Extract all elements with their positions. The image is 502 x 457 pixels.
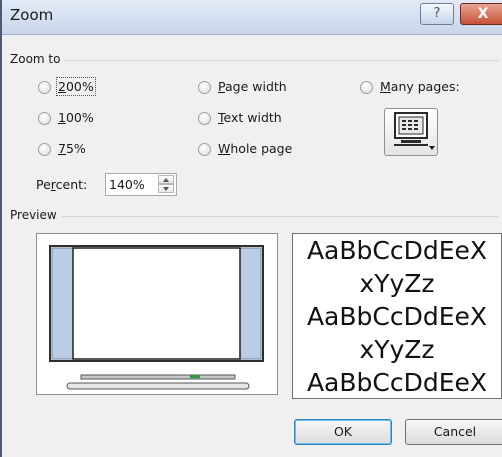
radio-text-width[interactable]	[198, 112, 211, 125]
sample-line: xYyZz	[359, 269, 435, 298]
ok-button[interactable]: OK	[294, 419, 392, 445]
label-whole-page[interactable]: Whole page	[218, 141, 292, 156]
radio-200[interactable]	[38, 81, 51, 94]
sample-line: AaBbCcDdEeX	[306, 302, 488, 331]
spin-up-icon[interactable]	[158, 175, 174, 184]
close-x-icon: X	[477, 6, 489, 22]
label-75[interactable]: 75%	[58, 141, 86, 156]
label-page-width[interactable]: Page width	[218, 79, 287, 94]
label-100[interactable]: 100%	[58, 110, 94, 125]
sample-line: AaBbCcDdEeX	[306, 236, 488, 265]
help-question-icon: ?	[433, 6, 441, 21]
label-text-width[interactable]: Text width	[218, 110, 282, 125]
preview-separator	[62, 216, 498, 217]
preview-label: Preview	[10, 208, 57, 222]
label-200[interactable]: 200%	[56, 77, 96, 96]
sample-line: xYyZz	[359, 335, 435, 364]
radio-whole-page[interactable]	[198, 143, 211, 156]
title-bar: Zoom ? X	[2, 0, 502, 35]
zoom-to-label: Zoom to	[10, 52, 61, 66]
radio-75[interactable]	[38, 143, 51, 156]
label-many-pages[interactable]: Many pages:	[380, 79, 460, 94]
spin-down-icon[interactable]	[158, 184, 174, 193]
radio-many-pages[interactable]	[360, 81, 373, 94]
radio-page-width[interactable]	[198, 81, 211, 94]
preview-monitor	[36, 233, 278, 395]
zoom-dialog: Zoom ? X Zoom to 200% 100% 75% Page widt…	[0, 0, 502, 457]
many-pages-button[interactable]	[384, 108, 438, 156]
monitor-preview-icon	[49, 245, 264, 390]
zoom-to-separator	[64, 60, 498, 61]
dialog-title: Zoom	[10, 6, 54, 24]
percent-input[interactable]	[109, 176, 155, 193]
cancel-button[interactable]: Cancel	[405, 419, 502, 445]
radio-100[interactable]	[38, 112, 51, 125]
close-button[interactable]: X	[460, 3, 502, 25]
percent-spinbox[interactable]	[105, 173, 177, 196]
percent-label: Percent:	[36, 177, 88, 192]
font-sample-preview: AaBbCcDdEeX xYyZz AaBbCcDdEeX xYyZz AaBb…	[292, 233, 502, 399]
monitor-pages-icon	[394, 112, 435, 150]
sample-line: AaBbCcDdEeX	[306, 368, 488, 397]
help-button[interactable]: ?	[420, 3, 454, 25]
